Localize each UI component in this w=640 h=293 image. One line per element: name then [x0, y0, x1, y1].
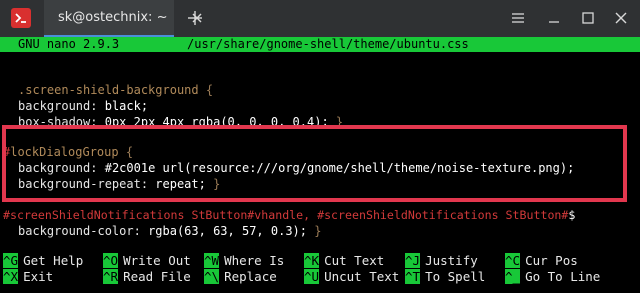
- highlight-annotation-box: [2, 125, 627, 202]
- shortcut-key: ^G: [3, 253, 19, 268]
- shortcut-label: Justify: [425, 253, 478, 268]
- tab-terminal[interactable]: sk@ostechnix: ~: [44, 0, 202, 37]
- window-close-icon[interactable]: [614, 11, 628, 25]
- shortcut-cur-pos[interactable]: ^C Cur Pos: [505, 253, 578, 269]
- tab-title: sk@ostechnix: ~: [58, 10, 168, 25]
- shortcut-write-out[interactable]: ^O Write Out: [103, 253, 191, 269]
- css-selector-list: #screenShieldNotifications StButton#vhan…: [3, 208, 569, 222]
- shortcut-label: Uncut Text: [324, 269, 400, 284]
- shortcut-justify[interactable]: ^J Justify: [405, 253, 478, 269]
- shortcut-key: ^C: [505, 253, 521, 268]
- shortcut-key: ^X: [3, 269, 19, 284]
- code-line: background-color: rgba(63, 63, 57, 0.3);…: [18, 223, 321, 239]
- shortcut-uncut-text[interactable]: ^U Uncut Text: [304, 269, 399, 285]
- shortcut-where-is[interactable]: ^W Where Is: [204, 253, 284, 269]
- css-property: background:: [18, 99, 98, 113]
- window-titlebar: sk@ostechnix: ~: [0, 0, 640, 37]
- terminal-app-icon[interactable]: [11, 8, 31, 28]
- maximize-icon[interactable]: [581, 11, 595, 25]
- nano-version: GNU nano 2.9.3: [18, 37, 120, 51]
- shortcut-key: ^W: [204, 253, 220, 268]
- shortcut-label: Exit: [23, 269, 54, 284]
- shortcut-label: Replace: [224, 269, 277, 284]
- shortcut-to-spell[interactable]: ^T To Spell: [405, 269, 485, 285]
- shortcut-label: Get Help: [23, 253, 84, 268]
- shortcut-label: To Spell: [425, 269, 486, 284]
- shortcut-key: ^T: [405, 269, 421, 284]
- code-line: background: black;: [18, 98, 148, 114]
- new-tab-icon[interactable]: [186, 9, 204, 27]
- shortcut-key: ^R: [103, 269, 119, 284]
- code-line: .screen-shield-background {: [18, 82, 213, 98]
- css-brace: }: [314, 224, 322, 238]
- code-line: #screenShieldNotifications StButton#vhan…: [3, 207, 575, 223]
- css-value: black;: [104, 99, 149, 113]
- shortcut-cut-text[interactable]: ^K Cut Text: [304, 253, 384, 269]
- file-path: /usr/share/gnome-shell/theme/ubuntu.css: [187, 37, 469, 51]
- shortcut-go-to-line[interactable]: ^_ Go To Line: [505, 269, 600, 285]
- css-selector: .screen-shield-background: [18, 83, 199, 97]
- css-value: rgba(63, 63, 57, 0.3);: [148, 224, 308, 238]
- shortcut-get-help[interactable]: ^G Get Help: [3, 253, 83, 269]
- shortcut-key: ^O: [103, 253, 119, 268]
- shortcut-label: Go To Line: [525, 269, 601, 284]
- shortcut-replace[interactable]: ^\ Replace: [204, 269, 277, 285]
- nano-header-bar: GNU nano 2.9.3 /usr/share/gnome-shell/th…: [0, 37, 640, 52]
- shortcut-key: ^J: [405, 253, 421, 268]
- shortcut-key: ^U: [304, 269, 320, 284]
- shortcut-label: Cur Pos: [525, 253, 578, 268]
- shortcut-read-file[interactable]: ^R Read File: [103, 269, 191, 285]
- minimize-icon[interactable]: [547, 11, 561, 25]
- shortcut-label: Cut Text: [324, 253, 385, 268]
- hamburger-menu-icon[interactable]: [511, 11, 525, 25]
- css-property: background-color:: [18, 224, 141, 238]
- shortcut-key: ^K: [304, 253, 320, 268]
- shortcut-key: ^\: [204, 269, 220, 284]
- shortcut-exit[interactable]: ^X Exit: [3, 269, 53, 285]
- shortcut-label: Write Out: [123, 253, 191, 268]
- shortcut-label: Read File: [123, 269, 191, 284]
- shortcut-label: Where Is: [224, 253, 285, 268]
- css-brace: {: [205, 83, 214, 97]
- shortcut-key: ^_: [505, 269, 521, 284]
- line-overflow-marker: $: [568, 208, 576, 222]
